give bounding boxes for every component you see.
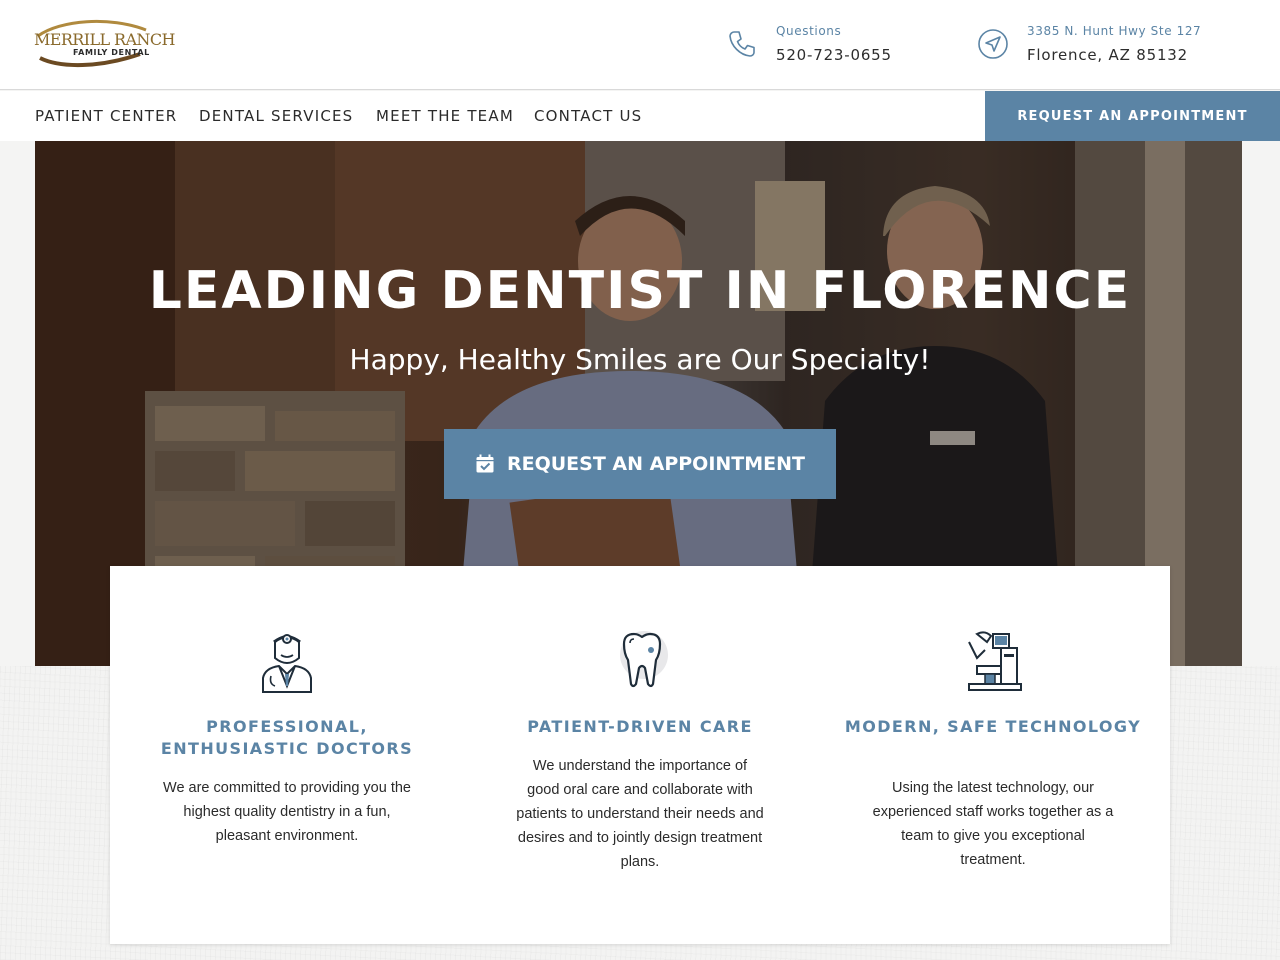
request-appointment-nav-button[interactable]: REQUEST AN APPOINTMENT (985, 91, 1280, 141)
tooth-icon (620, 631, 668, 688)
logo-subtitle: FAMILY DENTAL (73, 48, 150, 57)
address-contact[interactable]: 3385 N. Hunt Hwy Ste 127 Florence, AZ 85… (977, 22, 1237, 70)
dental-chair-icon (968, 631, 1022, 691)
feature-modern-technology: MODERN, SAFE TECHNOLOGY Using the latest… (843, 566, 1143, 944)
main-nav: PATIENT CENTER DENTAL SERVICES MEET THE … (0, 91, 1280, 141)
address-street: 3385 N. Hunt Hwy Ste 127 (1027, 24, 1202, 38)
phone-icon (729, 31, 755, 57)
address-city: Florence, AZ 85132 (1027, 46, 1188, 64)
feature-title: PATIENT-DRIVEN CARE (527, 717, 753, 736)
feature-title: MODERN, SAFE TECHNOLOGY (844, 717, 1142, 736)
feature-patient-driven-care: PATIENT-DRIVEN CARE We understand the im… (490, 566, 790, 944)
nav-item-meet-the-team[interactable]: MEET THE TEAM (376, 107, 514, 125)
phone-contact[interactable]: Questions 520-723-0655 (726, 22, 926, 70)
feature-title: PROFESSIONAL, ENTHUSIASTIC DOCTORS (160, 717, 414, 758)
phone-number[interactable]: 520-723-0655 (776, 46, 892, 64)
feature-text: We understand the importance of good ora… (516, 758, 764, 870)
calendar-check-icon (476, 454, 494, 473)
site-header: MERRILL RANCH FAMILY DENTAL Questions 52… (0, 0, 1280, 90)
request-appointment-hero-button[interactable]: REQUEST AN APPOINTMENT (444, 429, 836, 499)
feature-professional-doctors: PROFESSIONAL, ENTHUSIASTIC DOCTORS We ar… (137, 566, 437, 944)
features-card: PROFESSIONAL, ENTHUSIASTIC DOCTORS We ar… (110, 566, 1170, 944)
nav-item-contact-us[interactable]: CONTACT US (534, 107, 642, 125)
nav-item-patient-center[interactable]: PATIENT CENTER (35, 107, 177, 125)
dentist-icon (262, 634, 312, 693)
hero-cta-label: REQUEST AN APPOINTMENT (506, 453, 806, 475)
feature-text: We are committed to providing you the hi… (163, 780, 411, 844)
phone-label: Questions (776, 24, 842, 38)
location-arrow-icon (978, 29, 1008, 59)
hero-subtitle: Happy, Healthy Smiles are Our Specialty! (349, 343, 931, 376)
feature-text: Using the latest technology, our experie… (872, 780, 1114, 868)
logo[interactable]: MERRILL RANCH FAMILY DENTAL (30, 18, 175, 70)
nav-item-dental-services[interactable]: DENTAL SERVICES (199, 107, 353, 125)
hero-title: LEADING DENTIST IN FLORENCE (148, 261, 1132, 321)
logo-name: MERRILL RANCH (34, 30, 175, 49)
